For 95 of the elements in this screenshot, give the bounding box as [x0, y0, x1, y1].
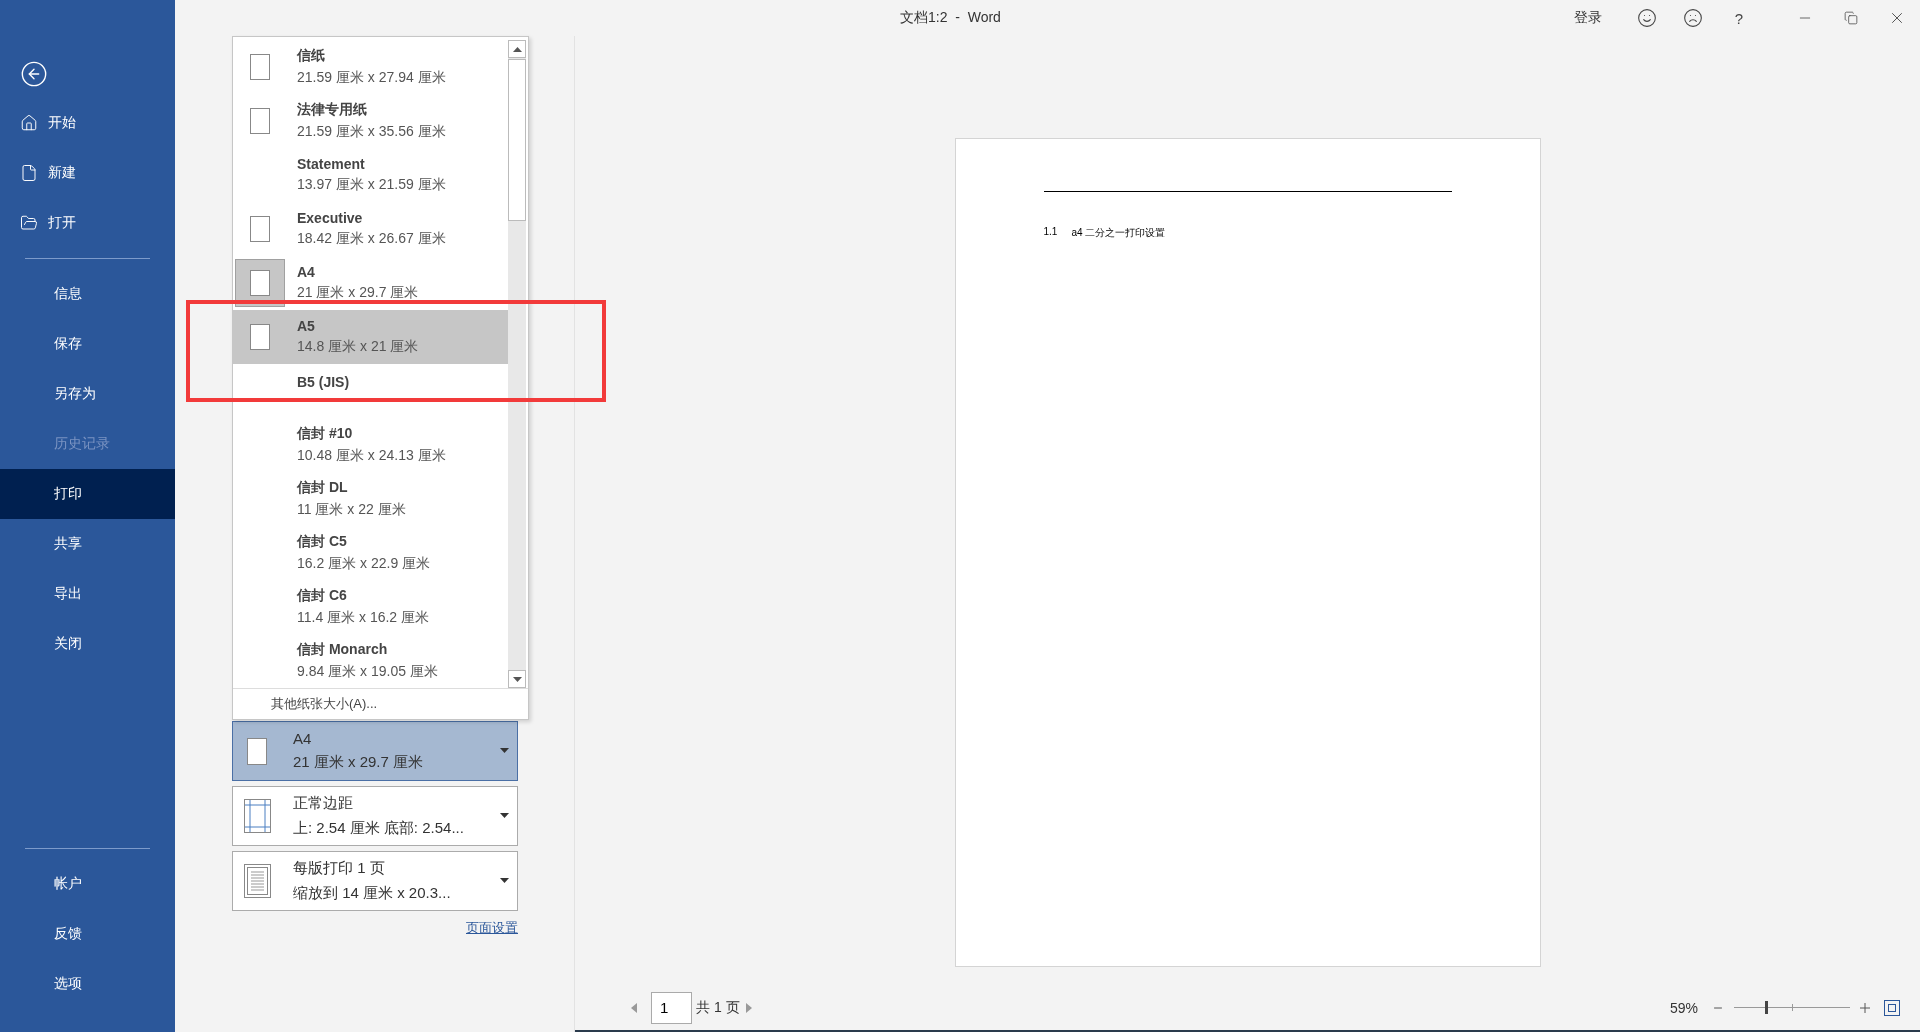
document-icon [20, 164, 38, 182]
frown-icon[interactable] [1683, 8, 1703, 28]
scroll-thumb[interactable] [508, 59, 526, 221]
paper-size-option[interactable]: 信封 C6 11.4 厘米 x 16.2 厘米 [233, 580, 508, 634]
page-icon [250, 270, 270, 296]
paper-dimensions: 11 厘米 x 22 厘米 [297, 501, 406, 519]
paper-dimensions: 10.48 厘米 x 24.13 厘米 [297, 447, 446, 465]
paper-name: Statement [297, 156, 366, 172]
paper-name: 信封 C6 [297, 587, 348, 605]
next-page-icon[interactable] [745, 1002, 752, 1013]
page-icon [250, 54, 270, 80]
help-button[interactable]: ? [1716, 0, 1762, 36]
paper-size-option[interactable]: 信封 DL 11 厘米 x 22 厘米 [233, 472, 508, 526]
more-paper-sizes-option[interactable]: 其他纸张大小(A)... [233, 688, 528, 719]
page-icon [247, 737, 267, 765]
paper-dimensions: 14.8 厘米 x 21 厘米 [297, 338, 419, 356]
fit-page-icon[interactable] [1884, 999, 1900, 1016]
paper-dimensions: 16.2 厘米 x 22.9 厘米 [297, 555, 431, 573]
nav-item[interactable]: 选项 [0, 959, 175, 1009]
paper-name: 信封 DL [297, 479, 349, 497]
paper-name: 法律专用纸 [297, 101, 368, 119]
caret-icon [500, 748, 509, 753]
setting-dropdown[interactable]: 正常边距 上: 2.54 厘米 底部: 2.54... [232, 786, 518, 846]
setting-detail: 21 厘米 x 29.7 厘米 [293, 753, 424, 772]
nav-item[interactable]: 信息 [0, 269, 175, 319]
margins-icon [243, 799, 271, 833]
setting-detail: 上: 2.54 厘米 底部: 2.54... [293, 819, 464, 838]
nav-item[interactable]: 新建 [0, 148, 175, 198]
paper-size-option[interactable]: Statement 13.97 厘米 x 21.59 厘米 [233, 148, 508, 202]
paper-size-option[interactable]: 信封 Monarch 9.84 厘米 x 19.05 厘米 [233, 634, 508, 688]
previous-page-icon[interactable] [631, 1002, 637, 1013]
sign-in-link[interactable]: 登录 [1574, 9, 1602, 27]
paper-dimensions: 21.59 厘米 x 27.94 厘米 [297, 69, 446, 87]
smile-icon[interactable] [1637, 8, 1657, 28]
paper-name: Executive [297, 210, 364, 226]
paper-name: 信封 Monarch [297, 641, 389, 659]
zoom-slider[interactable] [1734, 1001, 1850, 1014]
nav-item[interactable]: 导出 [0, 569, 175, 619]
paper-size-option[interactable]: 信封 #10 10.48 厘米 x 24.13 厘米 [233, 418, 508, 472]
caret-icon [500, 878, 509, 883]
nav-item[interactable]: 关闭 [0, 619, 175, 669]
paper-dimensions: 21.59 厘米 x 35.56 厘米 [297, 123, 446, 141]
page-lines-icon [243, 864, 271, 898]
scrollbar[interactable] [508, 40, 526, 688]
nav-item[interactable]: 反馈 [0, 909, 175, 959]
restore-icon[interactable] [1844, 11, 1858, 25]
paper-name: A4 [297, 264, 316, 280]
nav-item[interactable]: 共享 [0, 519, 175, 569]
page-icon [250, 108, 270, 134]
paper-size-option[interactable]: B5 (JIS) [233, 364, 508, 418]
page-setup-link[interactable]: 页面设置 [466, 919, 518, 937]
nav-item[interactable]: 帐户 [0, 859, 175, 909]
paper-name: 信封 C5 [297, 533, 348, 551]
setting-dropdown[interactable]: 每版打印 1 页 缩放到 14 厘米 x 20.3... [232, 851, 518, 911]
nav-item[interactable]: 保存 [0, 319, 175, 369]
paper-name: B5 (JIS) [297, 373, 350, 390]
paper-size-option[interactable]: 法律专用纸 21.59 厘米 x 35.56 厘米 [233, 94, 508, 148]
paper-dimensions: 11.4 厘米 x 16.2 厘米 [297, 609, 429, 627]
folder-icon [20, 214, 38, 232]
page-total: 共 1 页 [696, 998, 740, 1017]
nav-item[interactable]: 打开 [0, 198, 175, 248]
paper-size-option[interactable]: 信封 C5 16.2 厘米 x 22.9 厘米 [233, 526, 508, 580]
setting-dropdown[interactable]: A4 21 厘米 x 29.7 厘米 [232, 721, 518, 781]
setting-detail: 缩放到 14 厘米 x 20.3... [293, 884, 451, 903]
nav-item[interactable]: 打印 [0, 469, 175, 519]
scroll-down-icon[interactable] [508, 670, 526, 688]
zoom-level: 59% [1669, 999, 1698, 1016]
heading-number: 1.1 [1043, 226, 1058, 239]
setting-title: 每版打印 1 页 [293, 859, 386, 878]
page-number-field[interactable]: 1 [651, 991, 692, 1024]
paper-name: 信纸 [297, 47, 326, 65]
paper-size-option[interactable]: Executive 18.42 厘米 x 26.67 厘米 [233, 202, 508, 256]
paper-name: 信封 #10 [297, 425, 354, 443]
setting-title: 正常边距 [293, 794, 354, 813]
paper-size-option[interactable]: A5 14.8 厘米 x 21 厘米 [233, 310, 508, 364]
page-icon [250, 324, 270, 350]
paper-name: A5 [297, 318, 316, 334]
window-title: 文档1:2 - Word [900, 9, 1001, 27]
paper-size-option[interactable]: A4 21 厘米 x 29.7 厘米 [233, 256, 508, 310]
scroll-up-icon[interactable] [508, 40, 526, 58]
caret-icon [500, 813, 509, 818]
nav-item[interactable]: 开始 [0, 98, 175, 148]
back-button[interactable] [20, 60, 48, 88]
heading-text: a4 二分之一打印设置 [1071, 226, 1166, 240]
paper-dimensions: 18.42 厘米 x 26.67 厘米 [297, 230, 446, 248]
nav-item[interactable]: 另存为 [0, 369, 175, 419]
home-icon [20, 114, 38, 132]
zoom-in-icon[interactable] [1860, 1002, 1870, 1013]
zoom-thumb[interactable] [1765, 1001, 1769, 1014]
paper-dimensions: 9.84 厘米 x 19.05 厘米 [297, 663, 438, 681]
paper-dimensions: 13.97 厘米 x 21.59 厘米 [297, 176, 446, 194]
setting-title: A4 [293, 730, 313, 747]
page-icon [250, 216, 270, 242]
paper-dimensions: 21 厘米 x 29.7 厘米 [297, 284, 419, 302]
paper-size-option[interactable]: 信纸 21.59 厘米 x 27.94 厘米 [233, 40, 508, 94]
